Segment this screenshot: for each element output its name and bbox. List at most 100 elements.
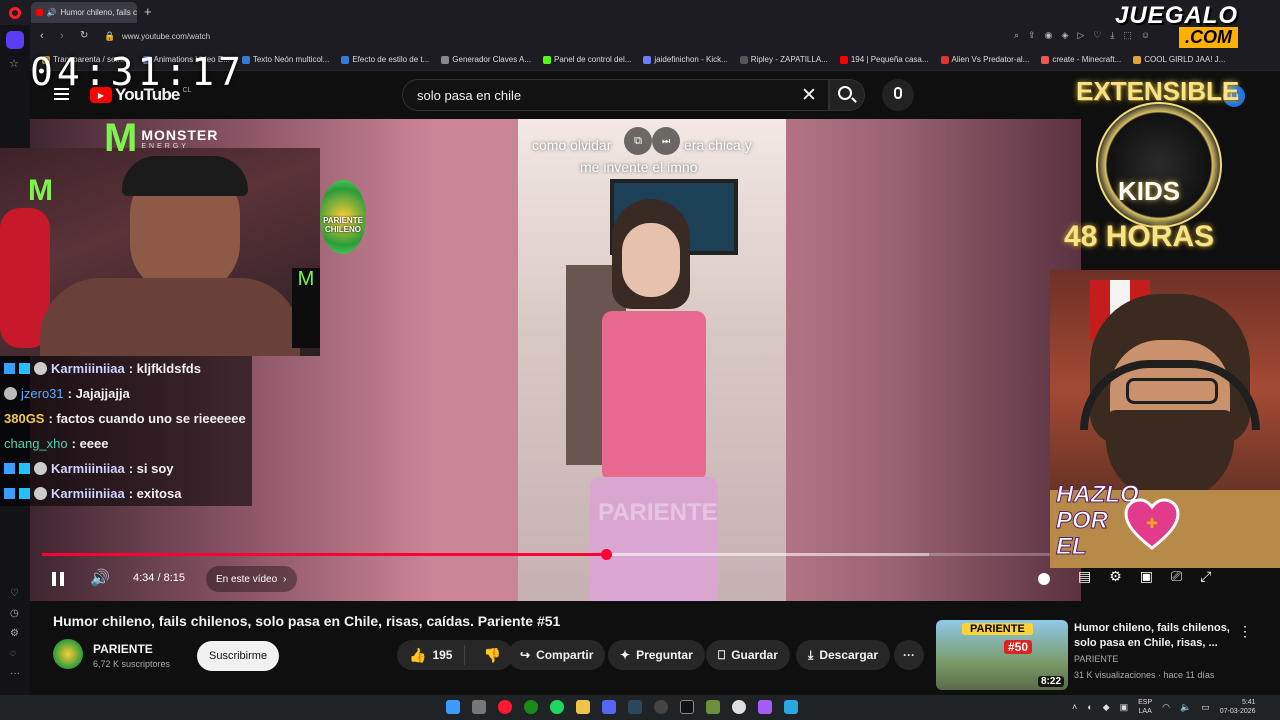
tray-icon[interactable]: ◆ — [1103, 702, 1110, 713]
search-box[interactable]: solo pasa en chile ✕ — [402, 79, 829, 111]
more-icon[interactable]: ··· — [10, 668, 20, 679]
steam-icon[interactable] — [628, 700, 642, 714]
reload-icon[interactable]: ↻ — [80, 30, 88, 41]
player-right-controls: ▤ ⚙ ▣ ⎚ ⤢ — [1078, 568, 1211, 585]
wifi-icon[interactable]: ◠ — [1162, 702, 1170, 713]
clear-search-icon[interactable]: ✕ — [801, 84, 817, 107]
channel-avatar[interactable] — [53, 639, 83, 669]
download-icon[interactable]: ⤓ — [1110, 30, 1114, 41]
share-button[interactable]: ↪ Compartir — [508, 640, 606, 670]
bookmark-item[interactable]: Alien Vs Predator-al... — [940, 55, 1029, 64]
player-controls: 🔊 4:34 / 8:15 En este vídeo › — [42, 566, 1072, 592]
task-view-icon[interactable] — [472, 700, 486, 714]
settings-icon[interactable]: ⚙ — [1109, 568, 1122, 585]
search-button[interactable] — [829, 79, 865, 111]
chat-message: 380GS: factos cuando uno se rieeeeee — [4, 411, 246, 426]
next-button[interactable]: ⏭ — [652, 127, 680, 155]
microphone-icon — [894, 87, 902, 99]
search-input[interactable]: solo pasa en chile — [417, 88, 521, 103]
badge-icon — [19, 488, 30, 499]
forward-icon[interactable]: › — [60, 30, 64, 42]
more-actions-button[interactable]: ··· — [894, 640, 924, 670]
download-button[interactable]: ⤓ Descargar — [796, 640, 891, 670]
autoplay-toggle[interactable] — [1038, 573, 1050, 585]
bookmark-item[interactable]: COOL GIRLD JAA! J... — [1133, 55, 1225, 64]
pause-button[interactable] — [52, 572, 64, 586]
emote-icon — [34, 362, 47, 375]
bookmark-item[interactable]: Efecto de estilo de t... — [341, 55, 429, 64]
chevron-up-icon[interactable]: ˄ — [1072, 702, 1077, 712]
bookmark-item[interactable]: 194 | Pequeña casa... — [839, 55, 929, 64]
badge-icon — [19, 463, 30, 474]
clock[interactable]: 5:41 07-03-2026 — [1220, 698, 1256, 716]
bookmark-item[interactable]: create - Minecraft... — [1041, 55, 1121, 64]
battery-icon[interactable]: ▭ — [1201, 702, 1210, 713]
bookmark-favicon-icon — [341, 55, 350, 64]
caption-line-2: me invente el imno — [580, 159, 698, 175]
discord-icon[interactable] — [602, 700, 616, 714]
subscribe-button[interactable]: Suscribirme — [197, 641, 280, 671]
share-icon[interactable]: ⇪ — [1028, 30, 1036, 41]
voice-search-button[interactable] — [882, 79, 914, 111]
bookmark-item[interactable]: Texto Neón multicol... — [241, 55, 329, 64]
settings-icon[interactable]: ⚙ — [10, 628, 19, 639]
star-icon[interactable]: ☆ — [9, 57, 19, 70]
xbox-icon[interactable] — [524, 700, 538, 714]
back-icon[interactable]: ‹ — [40, 30, 44, 42]
url-field[interactable]: www.youtube.com/watch — [122, 32, 210, 41]
emote-icon — [34, 462, 47, 475]
history-icon[interactable]: ◷ — [10, 608, 19, 619]
bookmark-item[interactable]: Ripley - ZAPATILLA... — [739, 55, 828, 64]
opera-icon[interactable] — [9, 7, 21, 19]
bookmark-item[interactable]: Panel de control del... — [543, 55, 631, 64]
minecraft-icon[interactable] — [706, 700, 720, 714]
related-title[interactable]: Humor chileno, fails chilenos, solo pasa… — [1074, 621, 1230, 651]
cast-icon[interactable]: ⎚ — [1171, 568, 1182, 585]
bookmark-icon: ⎕ — [718, 647, 726, 662]
video-frame[interactable]: como olvidar era chica y me invente el i… — [518, 119, 786, 601]
tray-icon[interactable]: ▣ — [1120, 702, 1129, 713]
search-icon[interactable]: ⌕ — [1014, 30, 1019, 41]
ask-button[interactable]: ✦ Preguntar — [608, 640, 705, 670]
dislike-button[interactable]: 👎 — [471, 647, 512, 664]
chapter-button[interactable]: En este vídeo › — [206, 566, 297, 592]
heart-outline-icon[interactable]: ♡ — [1093, 30, 1101, 41]
monster-can: M — [292, 268, 320, 348]
miniplayer-icon[interactable]: ▣ — [1140, 568, 1153, 585]
obs-icon[interactable] — [654, 700, 668, 714]
related-thumbnail[interactable]: PARIENTE #50 8:22 — [936, 620, 1068, 690]
bookmark-favicon-icon — [441, 55, 450, 64]
bookmark-item[interactable]: Generador Claves A... — [441, 55, 531, 64]
related-more-icon[interactable]: ⋮ — [1238, 623, 1252, 640]
windows-start-icon[interactable] — [446, 700, 460, 714]
bulb-icon[interactable]: ◌ — [10, 648, 16, 659]
miniplayer-button[interactable]: ⧉ — [624, 127, 652, 155]
shield-icon[interactable]: ◈ — [1061, 30, 1068, 41]
volume-icon[interactable]: 🔈 — [1180, 702, 1191, 713]
play-icon[interactable]: ▷ — [1077, 30, 1084, 41]
spotify-icon[interactable] — [550, 700, 564, 714]
capcut-icon[interactable] — [680, 700, 694, 714]
chrome-icon[interactable] — [732, 700, 746, 714]
heart-icon[interactable]: ♡ — [10, 588, 19, 599]
channel-name[interactable]: PARIENTE — [93, 642, 153, 656]
progress-bar[interactable] — [42, 549, 1050, 560]
opera-icon[interactable] — [498, 700, 512, 714]
like-button[interactable]: 👍 195 — [397, 645, 466, 665]
language-indicator[interactable]: ESP LAA — [1138, 698, 1152, 716]
photos-icon[interactable] — [784, 700, 798, 714]
video-watermark: PARIENTE — [598, 499, 718, 526]
bookmark-item[interactable]: jaidefinichon - Kick... — [643, 55, 728, 64]
volume-button[interactable]: 🔊 — [90, 568, 110, 588]
fullscreen-icon[interactable]: ⤢ — [1200, 568, 1211, 585]
active-tab[interactable]: 🔊 Humor chileno, fails c — [31, 2, 137, 23]
chat-message: jzero31: Jajajjajja — [0, 381, 252, 406]
new-tab-button[interactable]: + — [144, 4, 152, 19]
save-button[interactable]: ⎕ Guardar — [706, 640, 790, 670]
subtitles-icon[interactable]: ▤ — [1078, 568, 1091, 585]
home-icon[interactable] — [6, 31, 24, 49]
app-icon[interactable] — [758, 700, 772, 714]
file-explorer-icon[interactable] — [576, 700, 590, 714]
camera-icon[interactable]: ◉ — [1045, 30, 1053, 41]
tray-icon[interactable]: ◐ — [1087, 702, 1092, 712]
